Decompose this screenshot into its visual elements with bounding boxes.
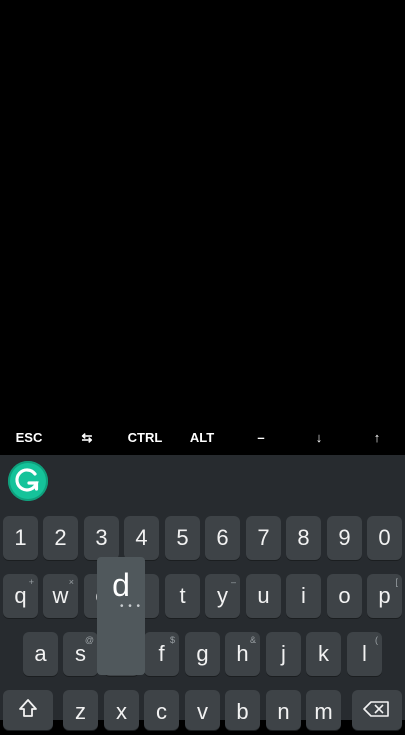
backspace-key[interactable] <box>352 690 402 730</box>
key-i[interactable]: i <box>286 574 321 618</box>
key-9[interactable]: 9 <box>327 516 362 560</box>
key-label: s <box>75 641 86 666</box>
grammarly-toolbar <box>0 455 405 511</box>
terminal-area[interactable] <box>0 0 405 425</box>
key-label: 7 <box>257 525 270 550</box>
shift-key[interactable] <box>3 690 53 730</box>
key-6[interactable]: 6 <box>205 516 240 560</box>
key-label: 1 <box>14 525 27 550</box>
key-label: 8 <box>297 525 310 550</box>
key-h[interactable]: & h <box>225 632 260 676</box>
key-4[interactable]: 4 <box>124 516 159 560</box>
key-c[interactable]: c <box>144 690 179 730</box>
key-0[interactable]: 0 <box>367 516 402 560</box>
ctrl-key[interactable]: CTRL <box>122 425 168 455</box>
backspace-icon <box>352 690 402 735</box>
key-label: z <box>75 699 86 724</box>
grammarly-logo-icon[interactable] <box>8 461 48 501</box>
key-y[interactable]: – y <box>205 574 240 618</box>
key-p[interactable]: [p <box>367 574 402 618</box>
key-label: 3 <box>95 525 108 550</box>
key-3[interactable]: 3 <box>84 516 119 560</box>
key-l[interactable]: (l <box>347 632 382 676</box>
key-u[interactable]: u <box>246 574 281 618</box>
key-label: l <box>362 641 367 666</box>
key-label: q <box>14 583 27 608</box>
key-label: w <box>52 583 69 608</box>
key-label: y <box>217 583 228 608</box>
more-options-indicator: • • • <box>119 601 141 612</box>
key-label: a <box>34 641 47 666</box>
key-preview-label: d <box>112 567 130 603</box>
key-v[interactable]: v <box>185 690 220 730</box>
key-s[interactable]: @ s <box>63 632 98 676</box>
key-label: j <box>281 641 286 666</box>
key-label: n <box>277 699 290 724</box>
arrow-up-key[interactable]: ↑ <box>360 425 394 455</box>
key-n[interactable]: n <box>266 690 301 730</box>
key-j[interactable]: j <box>266 632 301 676</box>
key-label: x <box>116 699 127 724</box>
key-b[interactable]: b <box>225 690 260 730</box>
key-5[interactable]: 5 <box>165 516 200 560</box>
esc-key[interactable]: ESC <box>8 425 50 455</box>
soft-keyboard: 1 2 3 4 5 6 7 8 9 0 +q ×w e r t –y u i o… <box>0 455 405 730</box>
key-8[interactable]: 8 <box>286 516 321 560</box>
key-label: f <box>158 641 165 666</box>
key-o[interactable]: o <box>327 574 362 618</box>
tab-key[interactable]: ⇆ <box>70 425 104 455</box>
key-2[interactable]: 2 <box>43 516 78 560</box>
arrow-down-key[interactable]: ↓ <box>302 425 336 455</box>
dash-key[interactable]: – <box>244 425 278 455</box>
key-q[interactable]: + q <box>3 574 38 618</box>
key-label: g <box>196 641 209 666</box>
extra-keys-bar: ESC ⇆ CTRL ALT – ↓ ↑ <box>0 425 405 455</box>
key-label: c <box>156 699 167 724</box>
key-g[interactable]: g <box>185 632 220 676</box>
key-preview-popup: d • • • <box>97 557 145 675</box>
key-m[interactable]: m <box>306 690 341 730</box>
alt-key[interactable]: ALT <box>184 425 220 455</box>
key-label: p <box>378 583 391 608</box>
key-label: m <box>314 699 333 724</box>
key-label: o <box>338 583 351 608</box>
key-1[interactable]: 1 <box>3 516 38 560</box>
key-label: 9 <box>338 525 351 550</box>
shift-icon <box>3 690 53 735</box>
key-label: k <box>318 641 329 666</box>
key-a[interactable]: a <box>23 632 58 676</box>
key-7[interactable]: 7 <box>246 516 281 560</box>
key-label: t <box>179 583 186 608</box>
key-w[interactable]: × w <box>43 574 78 618</box>
key-label: v <box>197 699 208 724</box>
key-x[interactable]: x <box>104 690 139 730</box>
key-label: u <box>257 583 270 608</box>
key-label: 6 <box>216 525 229 550</box>
key-label: 0 <box>378 525 391 550</box>
key-label: i <box>301 583 306 608</box>
key-label: 4 <box>135 525 148 550</box>
key-label: 5 <box>176 525 189 550</box>
key-label: 2 <box>54 525 67 550</box>
key-label: b <box>236 699 249 724</box>
key-label: h <box>236 641 249 666</box>
key-k[interactable]: k <box>306 632 341 676</box>
key-z[interactable]: z <box>63 690 98 730</box>
key-t[interactable]: t <box>165 574 200 618</box>
key-f[interactable]: $ f <box>144 632 179 676</box>
